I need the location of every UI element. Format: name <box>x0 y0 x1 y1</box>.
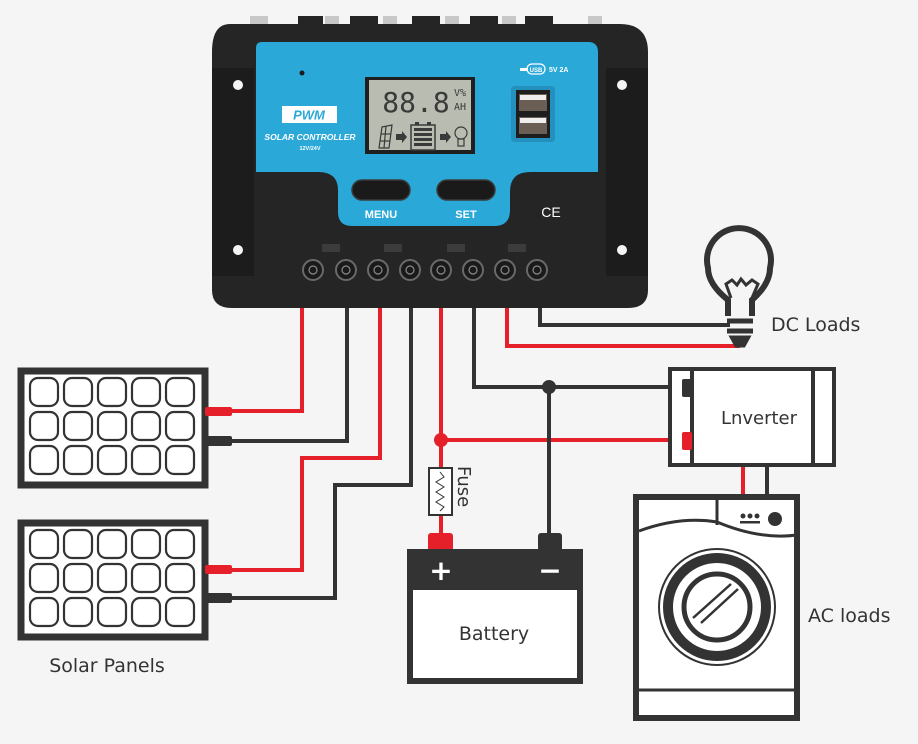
terminal-screw <box>335 259 357 281</box>
fuse-label: Fuse <box>453 466 474 507</box>
wire-panel1-negative <box>232 308 349 443</box>
inverter-positive-input <box>682 432 692 450</box>
status-led <box>299 70 305 76</box>
solar-panel-2 <box>17 519 232 641</box>
battery-positive-terminal <box>428 533 453 551</box>
battery-label: Battery <box>459 623 529 645</box>
battery-minus-sign: − <box>538 554 561 587</box>
wiring-diagram: PWM SOLAR CONTROLLER 12V/24V 88.8 V% AH <box>17 16 890 721</box>
mount-bracket-right <box>606 68 648 276</box>
mount-hole <box>233 245 243 255</box>
battery-negative-terminal <box>538 533 562 551</box>
charge-controller: PWM SOLAR CONTROLLER 12V/24V 88.8 V% AH <box>212 16 648 308</box>
dc-loads-label: DC Loads <box>771 314 860 336</box>
junction-negative <box>542 380 556 394</box>
terminal-screw <box>302 259 324 281</box>
inverter-negative-input <box>682 379 692 397</box>
ce-mark: CE <box>541 204 560 220</box>
terminal-screw <box>399 259 421 281</box>
inverter-label: Lnverter <box>721 408 798 429</box>
menu-label: MENU <box>365 209 397 221</box>
battery: + − Battery <box>407 533 583 684</box>
lcd-unit-top: V% <box>454 88 466 99</box>
controller-title: SOLAR CONTROLLER <box>264 132 356 142</box>
mount-bracket-left <box>212 68 254 276</box>
washing-machine-icon <box>633 494 800 721</box>
fuse <box>428 467 453 516</box>
wire-load-negative <box>538 308 730 327</box>
ac-loads-label: AC loads <box>808 605 890 627</box>
solar-panel-1 <box>17 367 232 489</box>
controller-voltage: 12V/24V <box>299 146 320 152</box>
solar-panels-label: Solar Panels <box>49 655 165 677</box>
terminal-screw <box>526 259 548 281</box>
mount-hole <box>617 245 627 255</box>
terminal-screw <box>430 259 452 281</box>
menu-button[interactable] <box>351 179 411 201</box>
usb-rating: 5V 2A <box>549 67 568 74</box>
terminal-screw <box>367 259 389 281</box>
mount-hole <box>233 80 243 90</box>
wire-panel2-negative <box>232 308 413 600</box>
set-label: SET <box>455 209 477 221</box>
terminal-screw <box>494 259 516 281</box>
light-bulb-icon <box>704 225 774 348</box>
pwm-badge-text: PWM <box>293 108 326 123</box>
set-button[interactable] <box>436 179 496 201</box>
wire-panel1-positive <box>232 308 304 413</box>
junction-positive <box>434 433 448 447</box>
mount-hole <box>617 80 627 90</box>
inverter: Lnverter <box>668 367 836 467</box>
panel1-positive-lead <box>205 407 232 416</box>
usb-label: USB <box>530 68 543 74</box>
panel2-positive-lead <box>205 565 232 574</box>
panel2-negative-lead <box>205 593 232 603</box>
lcd-unit-bottom: AH <box>454 102 466 113</box>
lcd-digits: 88.8 <box>382 86 449 119</box>
battery-plus-sign: + <box>429 554 452 587</box>
terminal-screw <box>462 259 484 281</box>
panel1-negative-lead <box>205 436 232 446</box>
